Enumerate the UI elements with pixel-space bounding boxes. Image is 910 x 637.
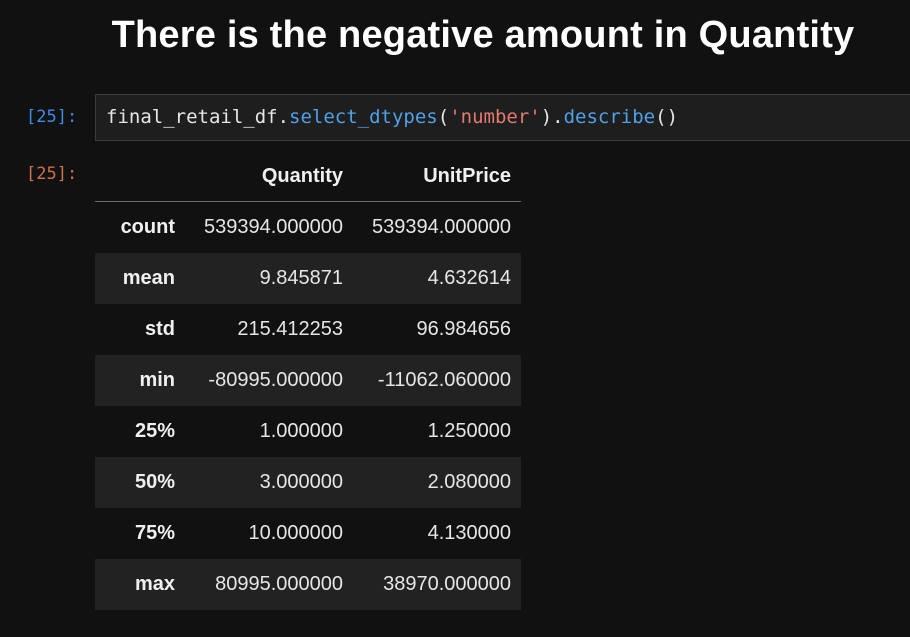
table-header-row: Quantity UnitPrice — [95, 152, 521, 202]
table-cell: 10.000000 — [248, 522, 343, 544]
table-cell: 4.632614 — [427, 267, 511, 289]
markdown-heading: There is the negative amount in Quantity — [111, 14, 855, 56]
table-cell: 96.984656 — [416, 318, 511, 340]
table-row: std 215.412253 96.984656 — [95, 304, 521, 355]
table-row: 25% 1.000000 1.250000 — [95, 406, 521, 457]
table-cell: 539394.000000 — [203, 216, 343, 238]
output-prompt: [25]: — [26, 164, 78, 184]
column-header-quantity: Quantity — [185, 152, 353, 202]
code-token-paren: ( — [437, 106, 450, 128]
code-token-paren-dot: ). — [540, 106, 564, 128]
table-cell: 4.130000 — [427, 522, 511, 544]
code-cell-editor[interactable]: final_retail_df.select_dtypes('number').… — [95, 94, 910, 141]
table-cell: 80995.000000 — [215, 573, 343, 595]
row-label: std — [145, 318, 175, 340]
table-row: mean 9.845871 4.632614 — [95, 253, 521, 304]
table-cell: 3.000000 — [259, 471, 343, 493]
row-label: 50% — [134, 471, 175, 493]
table-cell: 1.250000 — [427, 420, 511, 442]
table-row: max 80995.000000 38970.000000 — [95, 559, 521, 610]
table-row: min -80995.000000 -11062.060000 — [95, 355, 521, 406]
table-cell: -11062.060000 — [377, 369, 511, 391]
table-cell: 9.845871 — [259, 267, 343, 289]
table-cell: 539394.000000 — [371, 216, 511, 238]
row-label: count — [120, 216, 175, 238]
code-token-variable: final_retail_df. — [106, 106, 290, 128]
table-cell: 1.000000 — [259, 420, 343, 442]
table-cell: 38970.000000 — [383, 573, 511, 595]
table-row: 50% 3.000000 2.080000 — [95, 457, 521, 508]
row-label: min — [139, 369, 175, 391]
table-cell: 2.080000 — [427, 471, 511, 493]
input-prompt: [25]: — [26, 107, 78, 127]
code-token-method-describe: describe — [563, 106, 656, 128]
table-row: 75% 10.000000 4.130000 — [95, 508, 521, 559]
row-label: mean — [122, 267, 175, 289]
table-cell: -80995.000000 — [208, 369, 343, 391]
describe-output-table: Quantity UnitPrice count 539394.000000 5… — [95, 152, 521, 610]
row-label: max — [134, 573, 175, 595]
table-row: count 539394.000000 539394.000000 — [95, 201, 521, 253]
index-header — [95, 152, 185, 202]
code-token-string: 'number' — [449, 106, 541, 128]
code-token-call: () — [655, 106, 679, 128]
code-token-method-select-dtypes: select_dtypes — [289, 106, 438, 128]
row-label: 25% — [134, 420, 175, 442]
column-header-unitprice: UnitPrice — [353, 152, 521, 202]
table-cell: 215.412253 — [237, 318, 343, 340]
row-label: 75% — [134, 522, 175, 544]
